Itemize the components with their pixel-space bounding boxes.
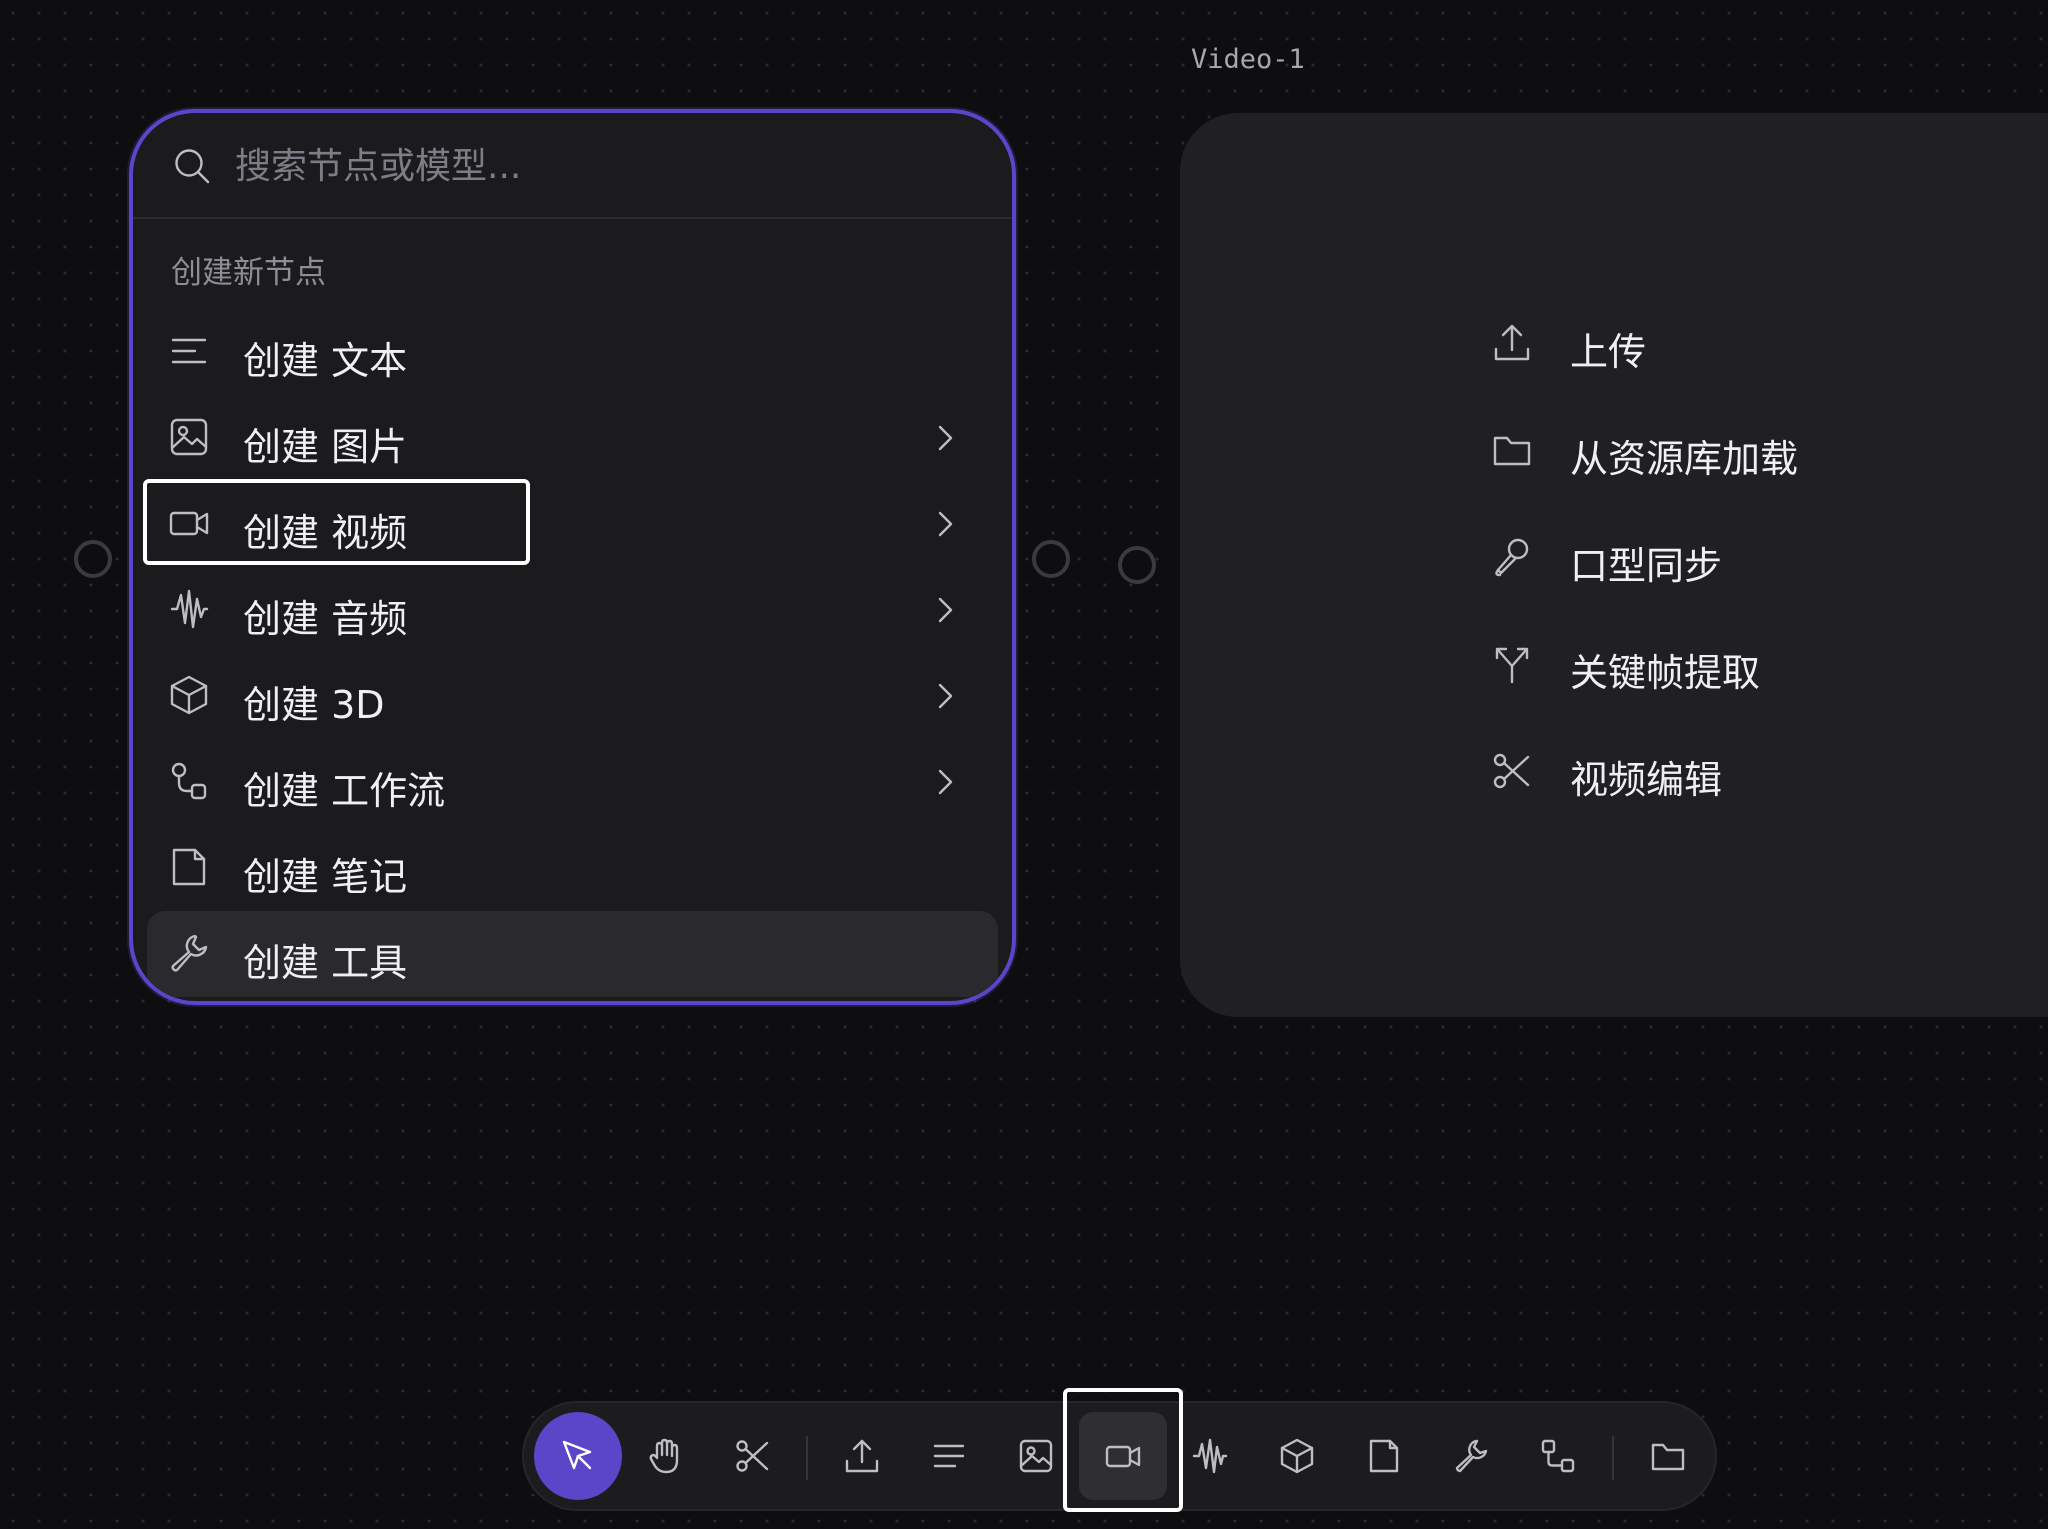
menu-item-label: 创建 图片: [243, 425, 408, 469]
chevron-right-icon: [936, 596, 956, 624]
video-action-keyframe-extract[interactable]: 关键帧提取: [1492, 644, 1892, 751]
cube-icon: [169, 675, 209, 715]
tool-assets-button[interactable]: [1624, 1412, 1712, 1500]
video-action-load-from-library[interactable]: 从资源库加载: [1492, 430, 1892, 537]
tool-cut-button[interactable]: [708, 1412, 796, 1500]
split-arrows-icon: [1492, 644, 1532, 684]
video-action-label: 视频编辑: [1570, 758, 1723, 802]
tool-text-button[interactable]: [905, 1412, 993, 1500]
scissors-icon: [1492, 751, 1532, 791]
menu-item-create-tool[interactable]: 创建 工具: [147, 911, 998, 997]
tool-pan-button[interactable]: [621, 1412, 709, 1500]
menu-item-create-workflow[interactable]: 创建 工作流: [147, 739, 998, 825]
note-icon: [1369, 1439, 1399, 1473]
folder-icon: [1492, 430, 1532, 470]
video-action-upload[interactable]: 上传: [1492, 323, 1892, 430]
search-bar: [133, 113, 1012, 219]
section-label: 创建新节点: [171, 255, 326, 291]
tool-note-button[interactable]: [1340, 1412, 1428, 1500]
cursor-icon: [562, 1440, 592, 1470]
node-title: Video-1: [1191, 44, 1305, 75]
tool-workflow-button[interactable]: [1514, 1412, 1602, 1500]
wrench-icon: [1455, 1439, 1488, 1473]
video-action-label: 口型同步: [1570, 544, 1723, 588]
upload-icon: [845, 1439, 879, 1473]
tool-wrench-button[interactable]: [1427, 1412, 1515, 1500]
video-action-label: 上传: [1570, 330, 1647, 374]
menu-item-create-video[interactable]: 创建 视频: [143, 479, 998, 567]
chevron-right-icon: [936, 510, 956, 538]
microphone-icon: [1492, 537, 1532, 577]
menu-item-create-3d[interactable]: 创建 3D: [147, 653, 998, 739]
image-icon: [1019, 1439, 1053, 1473]
audio-wave-icon: [169, 589, 209, 629]
search-icon: [173, 147, 211, 185]
tool-upload-button[interactable]: [818, 1412, 906, 1500]
menu-item-create-text[interactable]: 创建 文本: [147, 309, 998, 395]
video-action-label: 关键帧提取: [1570, 651, 1761, 695]
menu-item-create-note[interactable]: 创建 笔记: [147, 825, 998, 911]
video-action-lip-sync[interactable]: 口型同步: [1492, 537, 1892, 644]
input-handle-left[interactable]: [74, 540, 112, 578]
video-camera-icon: [169, 503, 209, 543]
output-handle-menu[interactable]: [1032, 540, 1070, 578]
tool-select-button[interactable]: [534, 1412, 622, 1500]
note-icon: [169, 847, 209, 887]
menu-item-create-audio[interactable]: 创建 音频: [147, 567, 998, 653]
cube-icon: [1280, 1438, 1314, 1474]
menu-item-label: 创建 音频: [243, 597, 408, 641]
video-node[interactable]: 上传 从资源库加载 口型同步 关键帧提取 视频编辑: [1180, 113, 2048, 1017]
video-action-video-edit[interactable]: 视频编辑: [1492, 751, 1892, 858]
upload-icon: [1492, 323, 1532, 363]
chevron-right-icon: [936, 424, 956, 452]
menu-item-label: 创建 视频: [243, 511, 408, 555]
video-node-actions: 上传 从资源库加载 口型同步 关键帧提取 视频编辑: [1492, 323, 1892, 858]
menu-item-label: 创建 工具: [243, 941, 408, 985]
image-icon: [169, 417, 209, 457]
menu-item-label: 创建 文本: [243, 339, 408, 383]
hand-icon: [649, 1438, 679, 1474]
folder-icon: [1651, 1443, 1685, 1471]
toolbar-divider: [1612, 1436, 1614, 1480]
menu-item-label: 创建 笔记: [243, 855, 408, 899]
toolbar-divider: [806, 1436, 808, 1480]
tool-3d-button[interactable]: [1253, 1412, 1341, 1500]
text-lines-icon: [169, 331, 209, 371]
bottom-toolbar: [522, 1388, 1717, 1512]
tool-image-button[interactable]: [992, 1412, 1080, 1500]
input-handle-video[interactable]: [1118, 546, 1156, 584]
search-input[interactable]: [233, 135, 937, 197]
wrench-icon: [169, 933, 209, 973]
menu-item-label: 创建 3D: [243, 683, 385, 727]
scissors-icon: [736, 1440, 769, 1472]
create-node-menu: 创建新节点 创建 文本 创建 图片 创建 视频: [129, 109, 1016, 1005]
video-action-label: 从资源库加载: [1570, 437, 1799, 481]
menu-list: 创建 文本 创建 图片 创建 视频 创建 音频 创建 3D 创建 工作流 创建 …: [143, 309, 998, 997]
workflow-icon: [169, 761, 209, 801]
menu-item-label: 创建 工作流: [243, 769, 446, 813]
audio-wave-icon: [1192, 1438, 1228, 1474]
video-camera-icon: [1105, 1445, 1141, 1468]
chevron-right-icon: [936, 768, 956, 796]
tool-audio-button[interactable]: [1166, 1412, 1254, 1500]
tool-video-button[interactable]: [1063, 1388, 1183, 1512]
text-lines-icon: [933, 1444, 965, 1468]
menu-item-create-image[interactable]: 创建 图片: [147, 395, 998, 481]
chevron-right-icon: [936, 682, 956, 710]
workflow-icon: [1541, 1439, 1575, 1473]
